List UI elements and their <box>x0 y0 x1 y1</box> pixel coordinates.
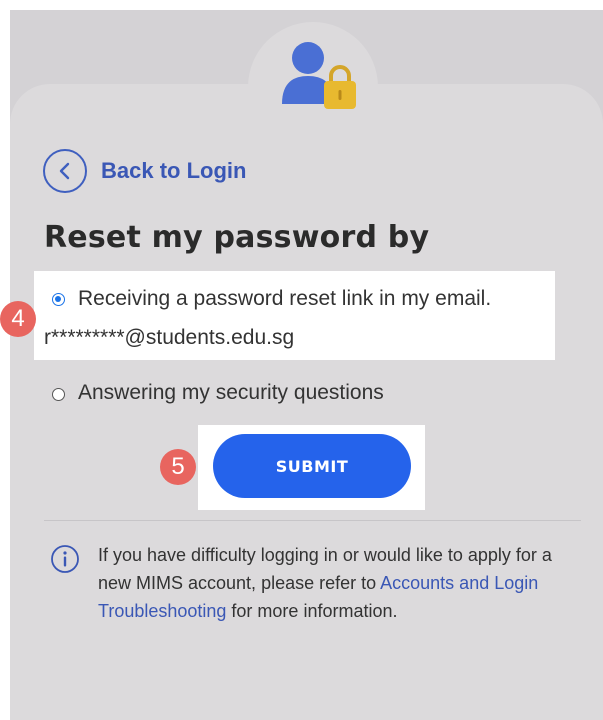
help-text-after: for more information. <box>226 601 398 621</box>
security-questions-label[interactable]: Answering my security questions <box>78 381 384 405</box>
masked-email: r*********@students.edu.sg <box>44 326 295 349</box>
divider <box>44 520 581 521</box>
step-badge-5: 5 <box>160 449 196 485</box>
submit-button[interactable]: SUBMIT <box>213 434 411 498</box>
radio-email-option[interactable] <box>52 293 65 306</box>
back-to-login-label: Back to Login <box>101 158 247 183</box>
page-title: Reset my password by <box>44 220 430 255</box>
email-option-label[interactable]: Receiving a password reset link in my em… <box>78 287 491 311</box>
chevron-left-icon <box>43 149 87 193</box>
back-to-login-link[interactable]: Back to Login <box>43 147 246 195</box>
user-lock-icon <box>282 42 356 109</box>
step-badge-4: 4 <box>0 301 36 337</box>
info-circle-icon <box>51 545 79 573</box>
radio-security-questions[interactable] <box>52 388 65 401</box>
help-text: If you have difficulty logging in or wou… <box>98 541 568 625</box>
